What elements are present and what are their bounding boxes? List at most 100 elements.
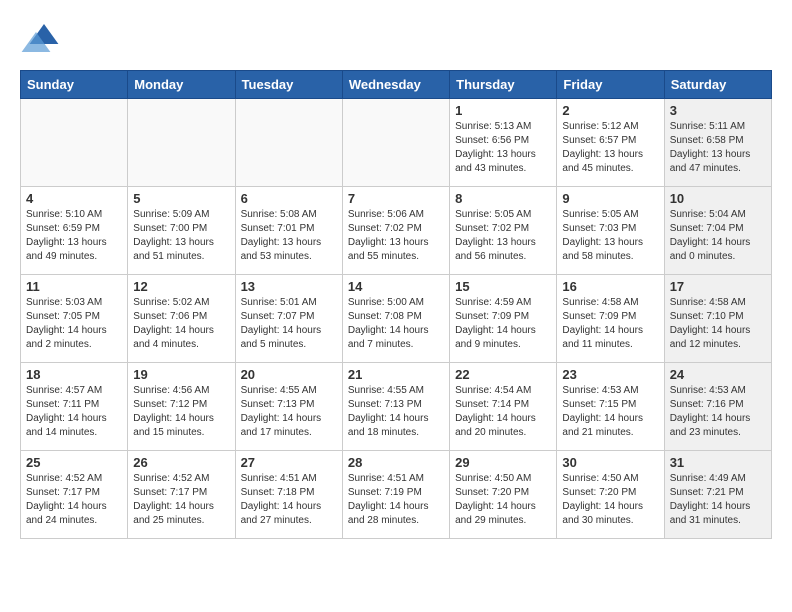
day-number: 15 — [455, 279, 551, 294]
day-number: 24 — [670, 367, 766, 382]
cell-info: Sunrise: 5:04 AM Sunset: 7:04 PM Dayligh… — [670, 208, 766, 264]
calendar-cell: 18 Sunrise: 4:57 AM Sunset: 7:11 PM Dayli… — [21, 363, 128, 451]
calendar-cell: 1 Sunrise: 5:13 AM Sunset: 6:56 PM Daylig… — [450, 99, 557, 187]
day-number: 17 — [670, 279, 766, 294]
day-number: 7 — [348, 191, 444, 206]
day-number: 25 — [26, 455, 122, 470]
calendar-cell — [235, 99, 342, 187]
calendar-cell: 29 Sunrise: 4:50 AM Sunset: 7:20 PM Dayli… — [450, 451, 557, 539]
cell-info: Sunrise: 5:09 AM Sunset: 7:00 PM Dayligh… — [133, 208, 229, 264]
cell-info: Sunrise: 4:54 AM Sunset: 7:14 PM Dayligh… — [455, 384, 551, 440]
cell-info: Sunrise: 4:52 AM Sunset: 7:17 PM Dayligh… — [133, 472, 229, 528]
calendar-cell: 14 Sunrise: 5:00 AM Sunset: 7:08 PM Dayli… — [342, 275, 449, 363]
cell-info: Sunrise: 4:56 AM Sunset: 7:12 PM Dayligh… — [133, 384, 229, 440]
cell-info: Sunrise: 5:08 AM Sunset: 7:01 PM Dayligh… — [241, 208, 337, 264]
calendar-cell: 4 Sunrise: 5:10 AM Sunset: 6:59 PM Daylig… — [21, 187, 128, 275]
header-day-wednesday: Wednesday — [342, 71, 449, 99]
day-number: 30 — [562, 455, 658, 470]
calendar-cell — [21, 99, 128, 187]
day-number: 4 — [26, 191, 122, 206]
day-number: 31 — [670, 455, 766, 470]
day-number: 28 — [348, 455, 444, 470]
day-number: 21 — [348, 367, 444, 382]
day-number: 26 — [133, 455, 229, 470]
day-number: 5 — [133, 191, 229, 206]
calendar-cell: 30 Sunrise: 4:50 AM Sunset: 7:20 PM Dayli… — [557, 451, 664, 539]
calendar-cell: 26 Sunrise: 4:52 AM Sunset: 7:17 PM Dayli… — [128, 451, 235, 539]
cell-info: Sunrise: 4:53 AM Sunset: 7:16 PM Dayligh… — [670, 384, 766, 440]
calendar-table: SundayMondayTuesdayWednesdayThursdayFrid… — [20, 70, 772, 539]
day-number: 12 — [133, 279, 229, 294]
week-row-1: 1 Sunrise: 5:13 AM Sunset: 6:56 PM Daylig… — [21, 99, 772, 187]
day-number: 22 — [455, 367, 551, 382]
cell-info: Sunrise: 5:03 AM Sunset: 7:05 PM Dayligh… — [26, 296, 122, 352]
cell-info: Sunrise: 4:51 AM Sunset: 7:19 PM Dayligh… — [348, 472, 444, 528]
calendar-cell: 6 Sunrise: 5:08 AM Sunset: 7:01 PM Daylig… — [235, 187, 342, 275]
day-number: 19 — [133, 367, 229, 382]
day-number: 11 — [26, 279, 122, 294]
cell-info: Sunrise: 4:59 AM Sunset: 7:09 PM Dayligh… — [455, 296, 551, 352]
cell-info: Sunrise: 4:57 AM Sunset: 7:11 PM Dayligh… — [26, 384, 122, 440]
calendar-cell: 24 Sunrise: 4:53 AM Sunset: 7:16 PM Dayli… — [664, 363, 771, 451]
day-number: 6 — [241, 191, 337, 206]
calendar-cell: 31Sunrise: 4:49 AM Sunset: 7:21 PM Dayli… — [664, 451, 771, 539]
day-number: 10 — [670, 191, 766, 206]
cell-info: Sunrise: 4:55 AM Sunset: 7:13 PM Dayligh… — [348, 384, 444, 440]
cell-info: Sunrise: 5:12 AM Sunset: 6:57 PM Dayligh… — [562, 120, 658, 176]
header-day-saturday: Saturday — [664, 71, 771, 99]
calendar-cell: 27 Sunrise: 4:51 AM Sunset: 7:18 PM Dayli… — [235, 451, 342, 539]
calendar-cell: 15 Sunrise: 4:59 AM Sunset: 7:09 PM Dayli… — [450, 275, 557, 363]
calendar-cell: 3 Sunrise: 5:11 AM Sunset: 6:58 PM Daylig… — [664, 99, 771, 187]
calendar-cell: 19 Sunrise: 4:56 AM Sunset: 7:12 PM Dayli… — [128, 363, 235, 451]
header-day-thursday: Thursday — [450, 71, 557, 99]
header-row: SundayMondayTuesdayWednesdayThursdayFrid… — [21, 71, 772, 99]
calendar-cell: 13Sunrise: 5:01 AM Sunset: 7:07 PM Dayli… — [235, 275, 342, 363]
cell-info: Sunrise: 5:11 AM Sunset: 6:58 PM Dayligh… — [670, 120, 766, 176]
calendar-cell: 25 Sunrise: 4:52 AM Sunset: 7:17 PM Dayli… — [21, 451, 128, 539]
day-number: 3 — [670, 103, 766, 118]
cell-info: Sunrise: 4:50 AM Sunset: 7:20 PM Dayligh… — [562, 472, 658, 528]
week-row-3: 11 Sunrise: 5:03 AM Sunset: 7:05 PM Dayli… — [21, 275, 772, 363]
cell-info: Sunrise: 4:53 AM Sunset: 7:15 PM Dayligh… — [562, 384, 658, 440]
logo — [20, 20, 64, 60]
cell-info: Sunrise: 4:58 AM Sunset: 7:10 PM Dayligh… — [670, 296, 766, 352]
day-number: 27 — [241, 455, 337, 470]
cell-info: Sunrise: 5:02 AM Sunset: 7:06 PM Dayligh… — [133, 296, 229, 352]
week-row-2: 4 Sunrise: 5:10 AM Sunset: 6:59 PM Daylig… — [21, 187, 772, 275]
day-number: 1 — [455, 103, 551, 118]
calendar-cell: 23 Sunrise: 4:53 AM Sunset: 7:15 PM Dayli… — [557, 363, 664, 451]
cell-info: Sunrise: 4:58 AM Sunset: 7:09 PM Dayligh… — [562, 296, 658, 352]
day-number: 9 — [562, 191, 658, 206]
calendar-cell: 11 Sunrise: 5:03 AM Sunset: 7:05 PM Dayli… — [21, 275, 128, 363]
calendar-cell — [342, 99, 449, 187]
cell-info: Sunrise: 5:05 AM Sunset: 7:02 PM Dayligh… — [455, 208, 551, 264]
cell-info: Sunrise: 5:13 AM Sunset: 6:56 PM Dayligh… — [455, 120, 551, 176]
cell-info: Sunrise: 5:05 AM Sunset: 7:03 PM Dayligh… — [562, 208, 658, 264]
cell-info: Sunrise: 5:10 AM Sunset: 6:59 PM Dayligh… — [26, 208, 122, 264]
cell-info: Sunrise: 5:00 AM Sunset: 7:08 PM Dayligh… — [348, 296, 444, 352]
day-number: 8 — [455, 191, 551, 206]
calendar-cell: 10 Sunrise: 5:04 AM Sunset: 7:04 PM Dayli… — [664, 187, 771, 275]
calendar-cell: 7 Sunrise: 5:06 AM Sunset: 7:02 PM Daylig… — [342, 187, 449, 275]
calendar-cell: 5 Sunrise: 5:09 AM Sunset: 7:00 PM Daylig… — [128, 187, 235, 275]
calendar-cell: 12 Sunrise: 5:02 AM Sunset: 7:06 PM Dayli… — [128, 275, 235, 363]
cell-info: Sunrise: 4:51 AM Sunset: 7:18 PM Dayligh… — [241, 472, 337, 528]
day-number: 18 — [26, 367, 122, 382]
calendar-cell: 22 Sunrise: 4:54 AM Sunset: 7:14 PM Dayli… — [450, 363, 557, 451]
cell-info: Sunrise: 5:06 AM Sunset: 7:02 PM Dayligh… — [348, 208, 444, 264]
header-day-monday: Monday — [128, 71, 235, 99]
calendar-cell: 9 Sunrise: 5:05 AM Sunset: 7:03 PM Daylig… — [557, 187, 664, 275]
day-number: 29 — [455, 455, 551, 470]
cell-info: Sunrise: 4:50 AM Sunset: 7:20 PM Dayligh… — [455, 472, 551, 528]
day-number: 14 — [348, 279, 444, 294]
header-day-friday: Friday — [557, 71, 664, 99]
calendar-cell: 20Sunrise: 4:55 AM Sunset: 7:13 PM Dayli… — [235, 363, 342, 451]
logo-icon — [20, 20, 60, 60]
day-number: 2 — [562, 103, 658, 118]
day-number: 13 — [241, 279, 337, 294]
cell-info: Sunrise: 4:52 AM Sunset: 7:17 PM Dayligh… — [26, 472, 122, 528]
header-day-tuesday: Tuesday — [235, 71, 342, 99]
day-number: 23 — [562, 367, 658, 382]
calendar-cell: 8 Sunrise: 5:05 AM Sunset: 7:02 PM Daylig… — [450, 187, 557, 275]
day-number: 20 — [241, 367, 337, 382]
